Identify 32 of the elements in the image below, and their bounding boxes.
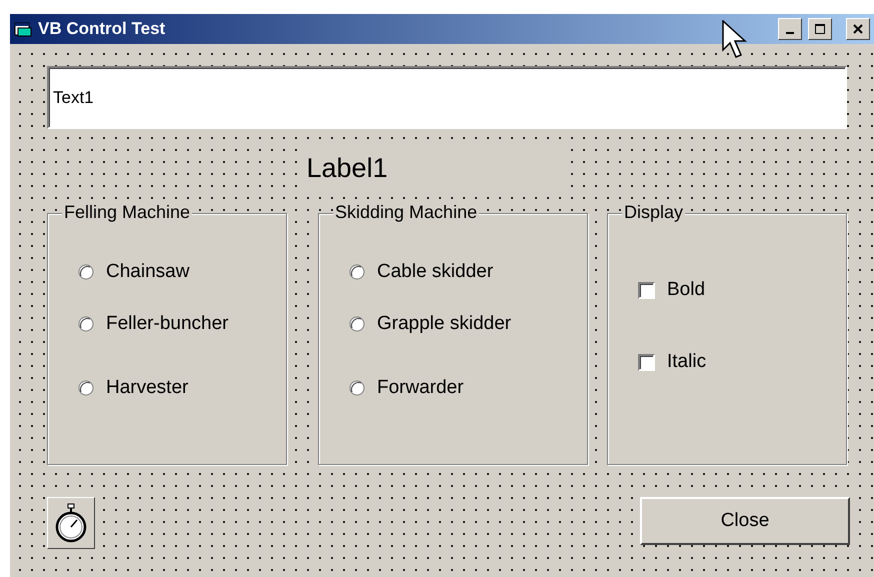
option-label: Chainsaw (106, 261, 190, 283)
timer-control[interactable] (47, 497, 95, 549)
radio-button[interactable] (78, 380, 94, 396)
option-label: Grapple skidder (377, 313, 512, 335)
option-label: Italic (667, 351, 706, 373)
window-close-button[interactable] (846, 18, 870, 40)
option-label: Cable skidder (377, 261, 494, 283)
frame-title: Felling Machine (62, 202, 192, 223)
option-label: Feller-buncher (106, 313, 228, 335)
radio-button[interactable] (78, 316, 94, 332)
minimize-button[interactable] (778, 18, 802, 40)
radio-button[interactable] (78, 264, 94, 280)
mouse-pointer-icon (722, 20, 748, 60)
checkbox[interactable] (638, 282, 655, 298)
stopwatch-icon (54, 503, 88, 543)
radio-button[interactable] (349, 264, 365, 280)
maximize-button[interactable] (808, 18, 832, 40)
window-title: VB Control Test (38, 19, 166, 39)
maximize-icon (813, 22, 827, 36)
close-button[interactable]: Close (640, 497, 850, 545)
minimize-icon (786, 32, 794, 34)
close-icon (851, 22, 865, 36)
form-icon (14, 21, 32, 37)
checkbox[interactable] (638, 354, 655, 370)
option-label: Forwarder (377, 377, 464, 399)
frame-title: Skidding Machine (333, 202, 480, 223)
radio-button[interactable] (349, 380, 365, 396)
option-label: Harvester (106, 377, 188, 399)
text-field[interactable]: Text1 (47, 66, 847, 129)
frame-title: Display (622, 202, 686, 223)
radio-button[interactable] (349, 316, 365, 332)
option-label: Bold (667, 279, 706, 301)
